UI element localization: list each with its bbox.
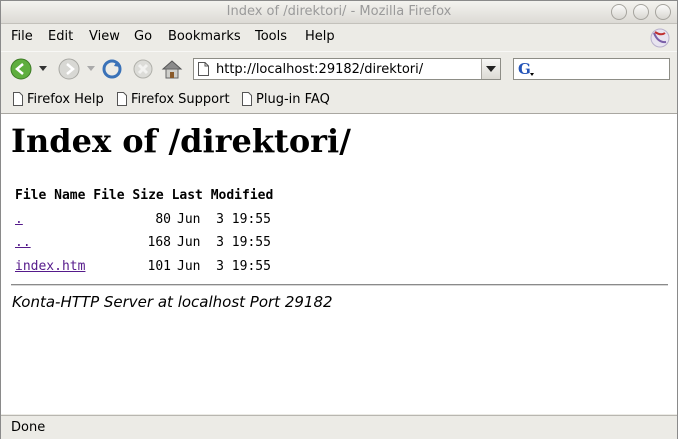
page-title: Index of /direktori/ bbox=[11, 122, 351, 160]
file-link[interactable]: . bbox=[15, 212, 23, 227]
forward-arrow-icon bbox=[58, 58, 80, 80]
minimize-button[interactable] bbox=[611, 4, 627, 20]
status-bar: Done bbox=[1, 415, 677, 439]
home-button[interactable] bbox=[160, 57, 184, 81]
file-listing-table: File Name File Size Last Modified . 80 Jun… bbox=[15, 184, 273, 278]
server-signature: Konta-HTTP Server at localhost Port 2918… bbox=[12, 293, 333, 311]
title-bar: Index of /direktori/ - Mozilla Firefox bbox=[1, 1, 677, 24]
table-row: .. 168 Jun 3 19:55 bbox=[15, 231, 273, 255]
bookmark-page-icon bbox=[13, 92, 23, 106]
bookmark-firefox-help[interactable]: Firefox Help bbox=[13, 92, 104, 110]
url-history-dropdown[interactable] bbox=[481, 59, 500, 79]
forward-history-dropdown[interactable] bbox=[87, 66, 95, 71]
bookmark-label: Plug-in FAQ bbox=[256, 92, 330, 107]
header-file-name: File Name bbox=[15, 188, 86, 203]
url-input[interactable] bbox=[216, 60, 474, 78]
file-size: 168 bbox=[147, 235, 171, 250]
forward-button[interactable] bbox=[57, 57, 81, 81]
bookmark-label: Firefox Help bbox=[27, 92, 104, 107]
table-row: index.htm 101 Jun 3 19:55 bbox=[15, 255, 273, 279]
table-row: . 80 Jun 3 19:55 bbox=[15, 208, 273, 232]
menu-view[interactable]: View bbox=[89, 29, 120, 44]
menu-tools[interactable]: Tools bbox=[255, 29, 287, 44]
browser-window: Index of /direktori/ - Mozilla Firefox F… bbox=[0, 0, 678, 439]
file-modified: Jun 3 19:55 bbox=[177, 258, 271, 274]
search-input[interactable] bbox=[542, 60, 666, 78]
url-bar[interactable] bbox=[193, 58, 501, 80]
menu-bar: File Edit View Go Bookmarks Tools Help bbox=[1, 24, 677, 50]
reload-icon bbox=[102, 59, 122, 79]
page-icon bbox=[198, 62, 209, 76]
back-button[interactable] bbox=[9, 57, 33, 81]
header-file-size: File Size bbox=[93, 188, 164, 203]
maximize-button[interactable] bbox=[633, 4, 649, 20]
bookmarks-toolbar: Firefox Help Firefox Support Plug-in FAQ bbox=[1, 88, 677, 114]
stop-button[interactable] bbox=[131, 57, 155, 81]
reload-button[interactable] bbox=[100, 57, 124, 81]
page-content: Index of /direktori/ File Name File Size… bbox=[1, 114, 677, 414]
header-last-modified: Last Modified bbox=[171, 188, 274, 203]
file-link[interactable]: index.htm bbox=[15, 259, 85, 274]
file-link[interactable]: .. bbox=[15, 235, 31, 250]
file-size: 80 bbox=[155, 211, 171, 227]
search-box[interactable]: G bbox=[513, 58, 670, 80]
menu-bookmarks[interactable]: Bookmarks bbox=[168, 29, 241, 44]
bookmark-label: Firefox Support bbox=[131, 92, 230, 107]
menu-help[interactable]: Help bbox=[305, 29, 335, 44]
close-button[interactable] bbox=[655, 4, 671, 20]
status-text: Done bbox=[11, 420, 46, 435]
horizontal-rule bbox=[11, 284, 668, 286]
file-size: 101 bbox=[147, 258, 171, 274]
bookmark-page-icon bbox=[242, 92, 252, 106]
stop-icon bbox=[133, 59, 153, 79]
google-search-icon[interactable]: G bbox=[516, 60, 538, 78]
back-arrow-icon bbox=[10, 58, 32, 80]
table-header-row: File Name File Size Last Modified bbox=[15, 184, 273, 208]
window-title: Index of /direktori/ - Mozilla Firefox bbox=[226, 4, 452, 19]
navigation-toolbar: G bbox=[1, 51, 677, 89]
menu-edit[interactable]: Edit bbox=[48, 29, 73, 44]
bookmark-page-icon bbox=[117, 92, 127, 106]
svg-text:G: G bbox=[518, 60, 531, 78]
bookmark-firefox-support[interactable]: Firefox Support bbox=[117, 92, 230, 110]
file-modified: Jun 3 19:55 bbox=[177, 211, 271, 227]
file-modified: Jun 3 19:55 bbox=[177, 235, 271, 250]
menu-file[interactable]: File bbox=[11, 29, 33, 44]
firefox-throbber-icon bbox=[649, 27, 671, 49]
back-history-dropdown[interactable] bbox=[39, 66, 47, 71]
bookmark-plugin-faq[interactable]: Plug-in FAQ bbox=[242, 92, 330, 110]
home-icon bbox=[161, 60, 183, 79]
menu-go[interactable]: Go bbox=[134, 29, 152, 44]
